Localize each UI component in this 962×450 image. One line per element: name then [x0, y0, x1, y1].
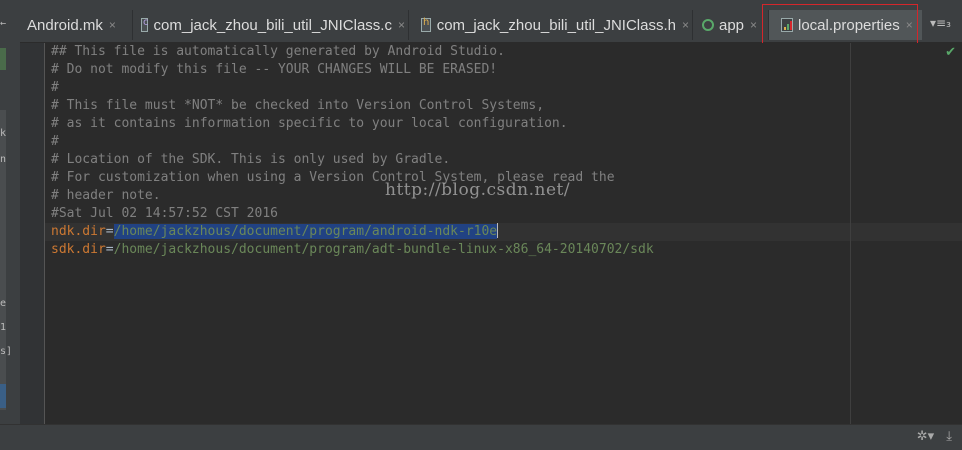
tab-list-menu-icon[interactable]: ▾≡₃: [930, 16, 951, 30]
code-line: # Location of the SDK. This is only used…: [51, 152, 451, 167]
tab-label: com_jack_zhou_bili_util_JNIClass.c: [153, 16, 392, 34]
close-icon[interactable]: ×: [906, 18, 913, 32]
tool-window-strip: ← k n e 1 s]: [0, 0, 21, 449]
settings-icon[interactable]: ✲▾: [917, 429, 934, 444]
properties-file-icon: [781, 18, 793, 32]
selected-property-value: /home/jackzhous/document/program/android…: [113, 224, 498, 239]
download-icon[interactable]: ⤓: [946, 429, 952, 444]
close-icon[interactable]: ×: [109, 18, 116, 32]
strip-glyph: n: [0, 154, 7, 165]
text-caret: [497, 223, 499, 238]
code-line: #: [51, 80, 59, 95]
code-line: # as it contains information specific to…: [51, 116, 568, 131]
tab-label: local.properties: [798, 16, 900, 34]
strip-glyph: 1: [0, 322, 7, 333]
code-line: ## This file is automatically generated …: [51, 44, 505, 59]
h-file-icon: [421, 17, 431, 32]
tab-jniclass-c[interactable]: com_jack_zhou_bili_util_JNIClass.c ×: [133, 10, 405, 40]
gradle-icon: [702, 19, 714, 31]
tab-label: com_jack_zhou_bili_util_JNIClass.h: [436, 16, 676, 34]
check-icon: ✔: [945, 45, 956, 60]
tab-local-properties[interactable]: local.properties ×: [769, 10, 922, 40]
code-line-sdk: sdk.dir=/home/jackzhous/document/program…: [51, 241, 654, 259]
line-gutter[interactable]: [20, 43, 45, 424]
property-equals: =: [105, 242, 114, 257]
tab-app[interactable]: app ×: [693, 10, 765, 40]
status-bar: ✲▾ ⤓: [0, 424, 962, 450]
strip-marker: [0, 48, 6, 70]
c-file-icon: [141, 17, 148, 32]
right-margin-guide: [850, 43, 851, 424]
property-equals: =: [105, 224, 114, 239]
strip-glyph: e: [0, 298, 7, 309]
strip-glyph: s]: [0, 346, 13, 357]
code-line-ndk: ndk.dir=/home/jackzhous/document/program…: [51, 223, 499, 241]
property-key: ndk.dir: [51, 224, 106, 239]
code-line: # This file must *NOT* be checked into V…: [51, 98, 545, 113]
editor-tab-bar: Android.mk × com_jack_zhou_bili_util_JNI…: [20, 0, 962, 43]
strip-glyph: k: [0, 128, 7, 139]
code-line: # Do not modify this file -- YOUR CHANGE…: [51, 62, 498, 77]
tab-label: Android.mk: [27, 16, 103, 34]
tab-jniclass-h[interactable]: com_jack_zhou_bili_util_JNIClass.h ×: [409, 10, 689, 40]
code-editor[interactable]: ✔ ## This file is automatically generate…: [45, 43, 962, 424]
property-key: sdk.dir: [51, 242, 106, 257]
strip-selected-marker: [0, 384, 6, 408]
code-line: # header note.: [51, 188, 161, 203]
watermark: http://blog.csdn.net/: [385, 180, 571, 200]
tab-label: app: [719, 16, 745, 34]
property-value: /home/jackzhous/document/program/adt-bun…: [113, 242, 654, 257]
status-icons: ✲▾ ⤓: [917, 429, 952, 444]
code-line: #: [51, 134, 59, 149]
close-icon[interactable]: ×: [398, 18, 405, 32]
close-icon[interactable]: ×: [750, 18, 757, 32]
code-line: #Sat Jul 02 14:57:52 CST 2016: [51, 206, 278, 221]
tab-android-mk[interactable]: Android.mk ×: [20, 10, 132, 40]
close-icon[interactable]: ×: [682, 18, 689, 32]
strip-glyph: ←: [0, 18, 7, 29]
